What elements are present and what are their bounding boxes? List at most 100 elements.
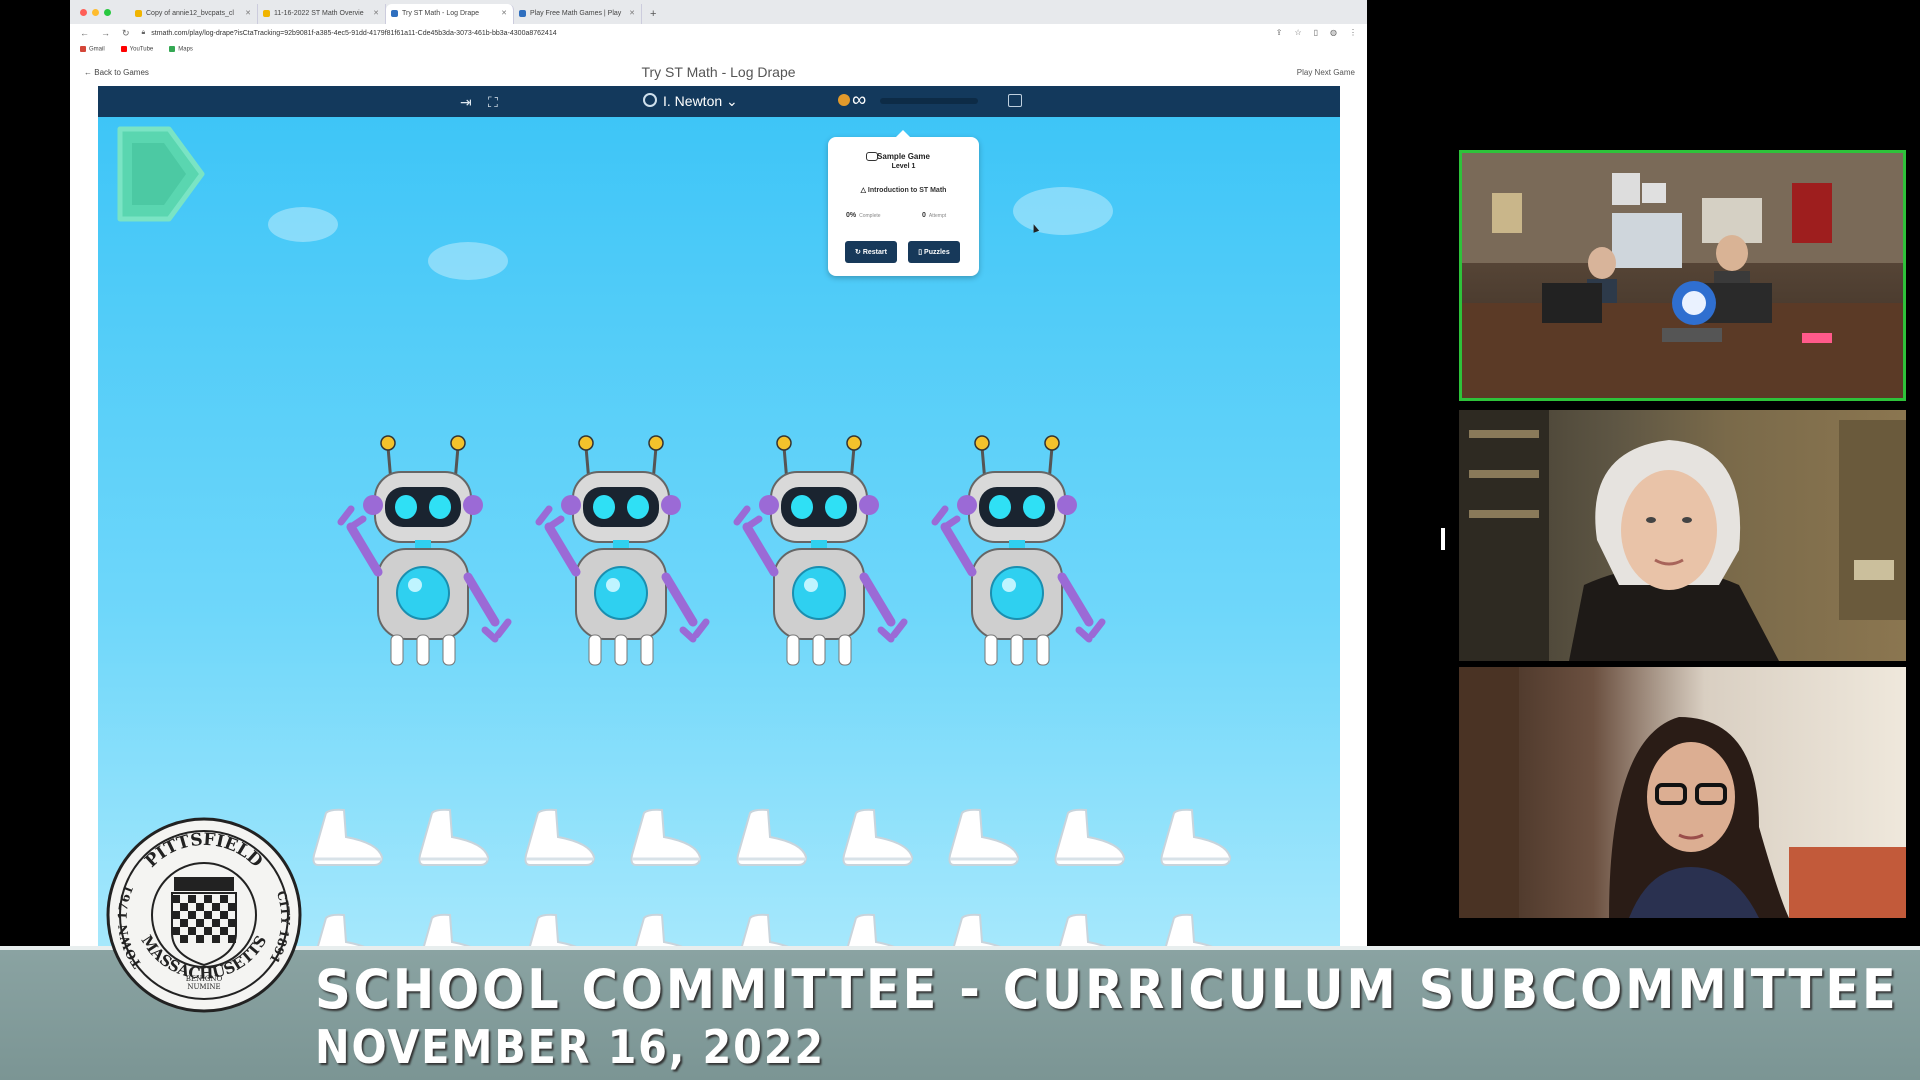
back-arrow-icon[interactable]: ← — [80, 28, 89, 38]
boot-item — [520, 807, 600, 869]
tab-favicon-icon — [135, 10, 142, 17]
tab-close-icon[interactable]: ✕ — [245, 9, 251, 17]
boot-item — [944, 807, 1024, 869]
tab-label: Play Free Math Games | Play — [530, 10, 622, 17]
maps-icon — [169, 45, 176, 52]
room-scene-image — [1462, 153, 1903, 398]
extension-icon[interactable]: ◍ — [1330, 28, 1337, 37]
bookmarks-bar: Gmail YouTube Maps — [70, 42, 1367, 56]
robot-character — [531, 427, 711, 667]
pittsfield-city-seal-logo: PITTSFIELD MASSACHUSETTS TOWN 1761 CITY … — [106, 817, 302, 1013]
tab-favicon-icon — [391, 10, 398, 17]
boot-item — [1050, 912, 1130, 950]
banner-date: NOVEMBER 16, 2022 — [315, 1020, 825, 1074]
bookmark-gmail[interactable]: Gmail — [80, 45, 105, 52]
maximize-window-icon[interactable] — [104, 9, 111, 16]
share-icon[interactable]: ⇪ — [1276, 28, 1283, 37]
boot-item — [732, 912, 812, 950]
restart-button[interactable]: ↻ Restart — [845, 241, 897, 263]
complete-stat: 0% Complete — [846, 212, 881, 219]
game-toolbar: ⇥ ⛶ I. Newton ⌄ ∞ — [98, 86, 1340, 117]
seal-motto-2: NUMINE — [187, 983, 220, 991]
url-field[interactable]: stmath.com/play/log-drape?isCtaTracking=… — [151, 30, 556, 37]
page-title: Try ST Math - Log Drape — [641, 64, 796, 80]
user-avatar-icon — [643, 93, 657, 107]
popup-level: Level 1 — [891, 163, 916, 170]
puzzles-button[interactable]: ▯ Puzzles — [908, 241, 960, 263]
speaker-indicator — [1441, 528, 1445, 550]
robot-character — [333, 427, 513, 667]
boot-item — [414, 912, 494, 950]
gmail-icon — [80, 45, 86, 52]
browser-tab-active[interactable]: Try ST Math - Log Drape ✕ — [386, 4, 514, 24]
participant-2-image — [1459, 410, 1906, 661]
attempts-stat: 0 Attempt — [922, 212, 947, 219]
play-arrow-button[interactable] — [114, 125, 208, 223]
lock-icon: 🔒︎ — [141, 29, 146, 36]
address-bar: ← → ↻ 🔒︎ stmath.com/play/log-drape?isCta… — [70, 24, 1367, 42]
play-next-game-link[interactable]: Play Next Game — [1297, 68, 1355, 77]
boot-item — [308, 807, 388, 869]
level-popup: Sample Game Level 1 △ Introduction to ST… — [828, 130, 979, 276]
user-menu[interactable]: I. Newton ⌄ — [663, 93, 738, 110]
boot-item — [1050, 807, 1130, 869]
boot-item — [1156, 912, 1236, 950]
browser-tab[interactable]: Copy of annie12_bvcpats_cl ✕ — [130, 4, 258, 24]
bookmark-maps[interactable]: Maps — [169, 45, 193, 52]
browser-tab[interactable]: Play Free Math Games | Play ✕ — [514, 4, 642, 24]
participant-video-room[interactable] — [1459, 150, 1906, 401]
window-controls — [80, 9, 111, 16]
popup-title: Sample Game — [877, 152, 930, 161]
boot-item — [838, 807, 918, 869]
fullscreen-icon[interactable]: ⛶ — [488, 94, 498, 111]
infinity-icon: ∞ — [852, 89, 867, 111]
participant-video-3[interactable] — [1459, 667, 1906, 918]
chevron-down-icon: ⌄ — [726, 93, 738, 109]
restart-icon: ↻ — [855, 249, 863, 256]
forward-arrow-icon[interactable]: → — [101, 28, 110, 38]
robot-character — [729, 427, 909, 667]
boot-item — [308, 912, 388, 950]
jiji-mascot-icon — [838, 94, 850, 106]
sidebar-icon[interactable]: ▯ — [1314, 28, 1318, 37]
boot-item — [1156, 807, 1236, 869]
reload-icon[interactable]: ↻ — [122, 28, 130, 39]
boot-item — [944, 912, 1024, 950]
seal-motto-1: BENIGNO — [186, 975, 223, 983]
page-header: ← Back to Games Try ST Math - Log Drape … — [70, 56, 1367, 86]
tab-label: Try ST Math - Log Drape — [402, 10, 480, 17]
exit-icon[interactable]: ⇥ — [460, 94, 472, 111]
participant-3-image — [1459, 667, 1906, 918]
tab-favicon-icon — [263, 10, 270, 17]
browser-tab[interactable]: 11-16-2022 ST Math Overvie ✕ — [258, 4, 386, 24]
banner-title: SCHOOL COMMITTEE - CURRICULUM SUBCOMMITT… — [315, 958, 1899, 1021]
shared-browser-window: Copy of annie12_bvcpats_cl ✕ 11-16-2022 S… — [70, 0, 1367, 950]
boot-item — [520, 912, 600, 950]
tab-close-icon[interactable]: ✕ — [629, 9, 635, 17]
cloud — [1013, 187, 1113, 235]
tab-favicon-icon — [519, 10, 526, 17]
cloud — [268, 207, 338, 242]
robot-character — [927, 427, 1107, 667]
participant-video-2[interactable] — [1459, 410, 1906, 661]
menu-dots-icon[interactable]: ⋮ — [1349, 28, 1357, 37]
new-tab-button[interactable]: + — [642, 4, 664, 24]
close-window-icon[interactable] — [80, 9, 87, 16]
boot-item — [626, 912, 706, 950]
youtube-icon — [120, 45, 127, 52]
boot-item — [626, 807, 706, 869]
bookmark-youtube[interactable]: YouTube — [120, 45, 153, 52]
tab-close-icon[interactable]: ✕ — [373, 9, 379, 17]
boot-item — [732, 807, 812, 869]
browser-tab-bar: Copy of annie12_bvcpats_cl ✕ 11-16-2022 S… — [70, 0, 1367, 24]
tab-label: Copy of annie12_bvcpats_cl — [146, 10, 234, 17]
minimize-window-icon[interactable] — [92, 9, 99, 16]
boot-item — [838, 912, 918, 950]
tab-close-icon[interactable]: ✕ — [501, 9, 507, 17]
level-progress-bar — [880, 98, 978, 104]
bookmark-star-icon[interactable]: ☆ — [1294, 28, 1301, 37]
bell-icon: △ — [860, 187, 868, 194]
tab-label: 11-16-2022 ST Math Overvie — [274, 10, 364, 17]
broadcast-frame: Copy of annie12_bvcpats_cl ✕ 11-16-2022 S… — [0, 0, 1920, 1080]
map-icon[interactable] — [1008, 94, 1022, 107]
